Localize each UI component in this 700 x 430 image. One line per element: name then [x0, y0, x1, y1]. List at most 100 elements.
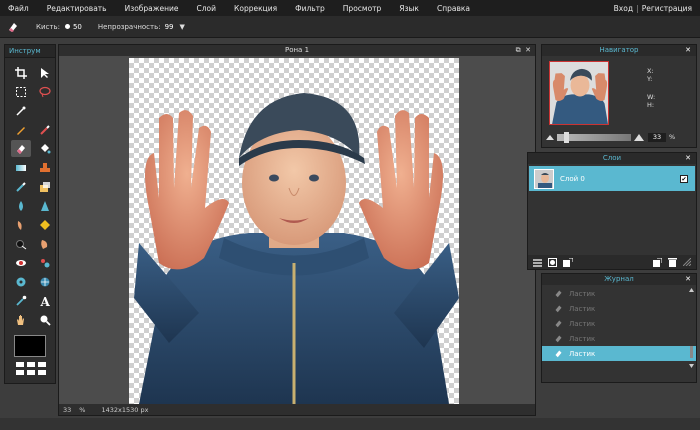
- toolbox-panel: Инструм A: [4, 44, 56, 384]
- gradient-icon[interactable]: [11, 159, 31, 176]
- close-icon[interactable]: ✕: [685, 153, 691, 164]
- menu-help[interactable]: Справка: [428, 4, 479, 13]
- brush-icon[interactable]: [35, 121, 55, 138]
- eraser-tool-icon[interactable]: [0, 16, 26, 38]
- triangle-icon[interactable]: [35, 197, 55, 214]
- view-mode-icon[interactable]: [27, 362, 35, 367]
- register-link[interactable]: Регистрация: [642, 4, 692, 13]
- close-icon[interactable]: ✕: [685, 45, 691, 56]
- eraser-icon: [555, 320, 562, 328]
- image-dimensions: 1432x1530 px: [101, 405, 149, 414]
- opacity-dropdown-icon[interactable]: ▼: [180, 23, 185, 31]
- bucket-icon[interactable]: [35, 140, 55, 157]
- view-mode-icon[interactable]: [16, 362, 24, 367]
- sharpen-icon[interactable]: [35, 216, 55, 233]
- layer-settings-icon[interactable]: [533, 258, 542, 267]
- hand-icon[interactable]: [11, 311, 31, 328]
- crop-icon[interactable]: [11, 64, 31, 81]
- image-canvas[interactable]: [129, 58, 459, 404]
- menu-view[interactable]: Просмотр: [334, 4, 391, 13]
- view-mode-icon[interactable]: [38, 370, 46, 375]
- history-item-label: Ластик: [569, 289, 596, 298]
- close-icon[interactable]: ✕: [685, 274, 691, 285]
- document-window: Рона 1 ⧉ ✕ 33 % 1432x1530 px: [58, 44, 536, 416]
- sponge-icon[interactable]: [11, 235, 31, 252]
- text-icon[interactable]: A: [35, 292, 55, 309]
- layers-toolbar: [528, 255, 696, 269]
- drop-icon[interactable]: [11, 197, 31, 214]
- magic-wand-icon[interactable]: [11, 102, 31, 119]
- zoom-slider-handle[interactable]: [564, 131, 570, 143]
- history-item[interactable]: Ластик: [542, 331, 696, 346]
- selection-size: W: H:: [647, 93, 655, 109]
- burn-icon[interactable]: [35, 235, 55, 252]
- menu-layer[interactable]: Слой: [188, 4, 226, 13]
- zoom-icon[interactable]: [35, 311, 55, 328]
- smudge-icon[interactable]: [11, 216, 31, 233]
- opacity-value[interactable]: 99: [165, 23, 174, 31]
- history-item[interactable]: Ластик: [542, 301, 696, 316]
- spherize-icon[interactable]: [35, 273, 55, 290]
- history-item-selected[interactable]: Ластик: [542, 346, 696, 361]
- view-mode-icon[interactable]: [16, 370, 24, 375]
- lasso-icon[interactable]: [35, 83, 55, 100]
- new-layer-icon[interactable]: [653, 257, 662, 267]
- color-replace-icon[interactable]: [11, 178, 31, 195]
- bloat-icon[interactable]: [35, 254, 55, 271]
- menu-file[interactable]: Файл: [0, 4, 38, 13]
- layer-item[interactable]: Слой 0 ✔: [529, 166, 695, 191]
- svg-text:A: A: [40, 295, 51, 307]
- eraser-icon: [555, 305, 562, 313]
- zoom-input[interactable]: 33: [648, 132, 666, 142]
- menu-adjustment[interactable]: Коррекция: [225, 4, 286, 13]
- tool-spacer: [35, 102, 55, 119]
- brush-preview-icon[interactable]: [64, 24, 70, 29]
- menu-image[interactable]: Изображение: [116, 4, 188, 13]
- eraser-icon[interactable]: [11, 140, 31, 157]
- history-item[interactable]: Ластик: [542, 316, 696, 331]
- patch-icon[interactable]: [35, 178, 55, 195]
- menu-language[interactable]: Язык: [390, 4, 428, 13]
- history-item-label: Ластик: [569, 334, 596, 343]
- view-mode-icon[interactable]: [38, 362, 46, 367]
- document-title: Рона 1: [284, 46, 310, 54]
- layer-style-icon[interactable]: [563, 257, 573, 267]
- stamp-icon[interactable]: [35, 159, 55, 176]
- menu-separator: |: [636, 3, 639, 13]
- zoom-value[interactable]: 33: [63, 406, 71, 414]
- resize-grip-icon[interactable]: [683, 258, 691, 266]
- navigator-thumbnail[interactable]: [549, 61, 609, 125]
- history-item-label: Ластик: [569, 304, 596, 313]
- view-mode-icon[interactable]: [27, 370, 35, 375]
- layer-mask-icon[interactable]: [548, 257, 557, 267]
- pinch-icon[interactable]: [11, 273, 31, 290]
- history-item-label: Ластик: [569, 349, 596, 358]
- brush-size-value[interactable]: 50: [73, 23, 82, 31]
- menu-edit[interactable]: Редактировать: [38, 4, 116, 13]
- close-icon[interactable]: ✕: [525, 46, 531, 54]
- layers-panel: Слои ✕ Слой 0 ✔: [527, 152, 697, 270]
- maximize-icon[interactable]: ⧉: [516, 46, 521, 54]
- tool-grid: A: [5, 58, 55, 328]
- login-link[interactable]: Вход: [614, 4, 633, 13]
- history-item[interactable]: Ластик: [542, 286, 696, 301]
- layer-visibility-checkbox[interactable]: ✔: [680, 174, 688, 183]
- menu-filter[interactable]: Фильтр: [286, 4, 334, 13]
- history-item-label: Ластик: [569, 319, 596, 328]
- red-eye-icon[interactable]: [11, 254, 31, 271]
- history-title: Журнал: [604, 275, 634, 283]
- pipette-icon[interactable]: [11, 292, 31, 309]
- zoom-in-icon[interactable]: [634, 133, 644, 141]
- move-icon[interactable]: [35, 64, 55, 81]
- primary-color-swatch[interactable]: [14, 335, 46, 357]
- pencil-icon[interactable]: [11, 121, 31, 138]
- marquee-icon[interactable]: [11, 83, 31, 100]
- zoom-slider[interactable]: [557, 131, 631, 143]
- options-bar: Кисть: 50 Непрозрачность: 99 ▼: [0, 16, 700, 38]
- history-panel: Журнал ✕ Ластик Ластик Ластик Ластик Лас…: [541, 273, 697, 383]
- history-list: Ластик Ластик Ластик Ластик Ластик: [542, 286, 696, 361]
- trash-icon[interactable]: [668, 257, 677, 267]
- brush-label: Кисть:: [36, 22, 60, 31]
- zoom-out-icon[interactable]: [546, 133, 554, 141]
- history-scrollbar[interactable]: [689, 288, 694, 368]
